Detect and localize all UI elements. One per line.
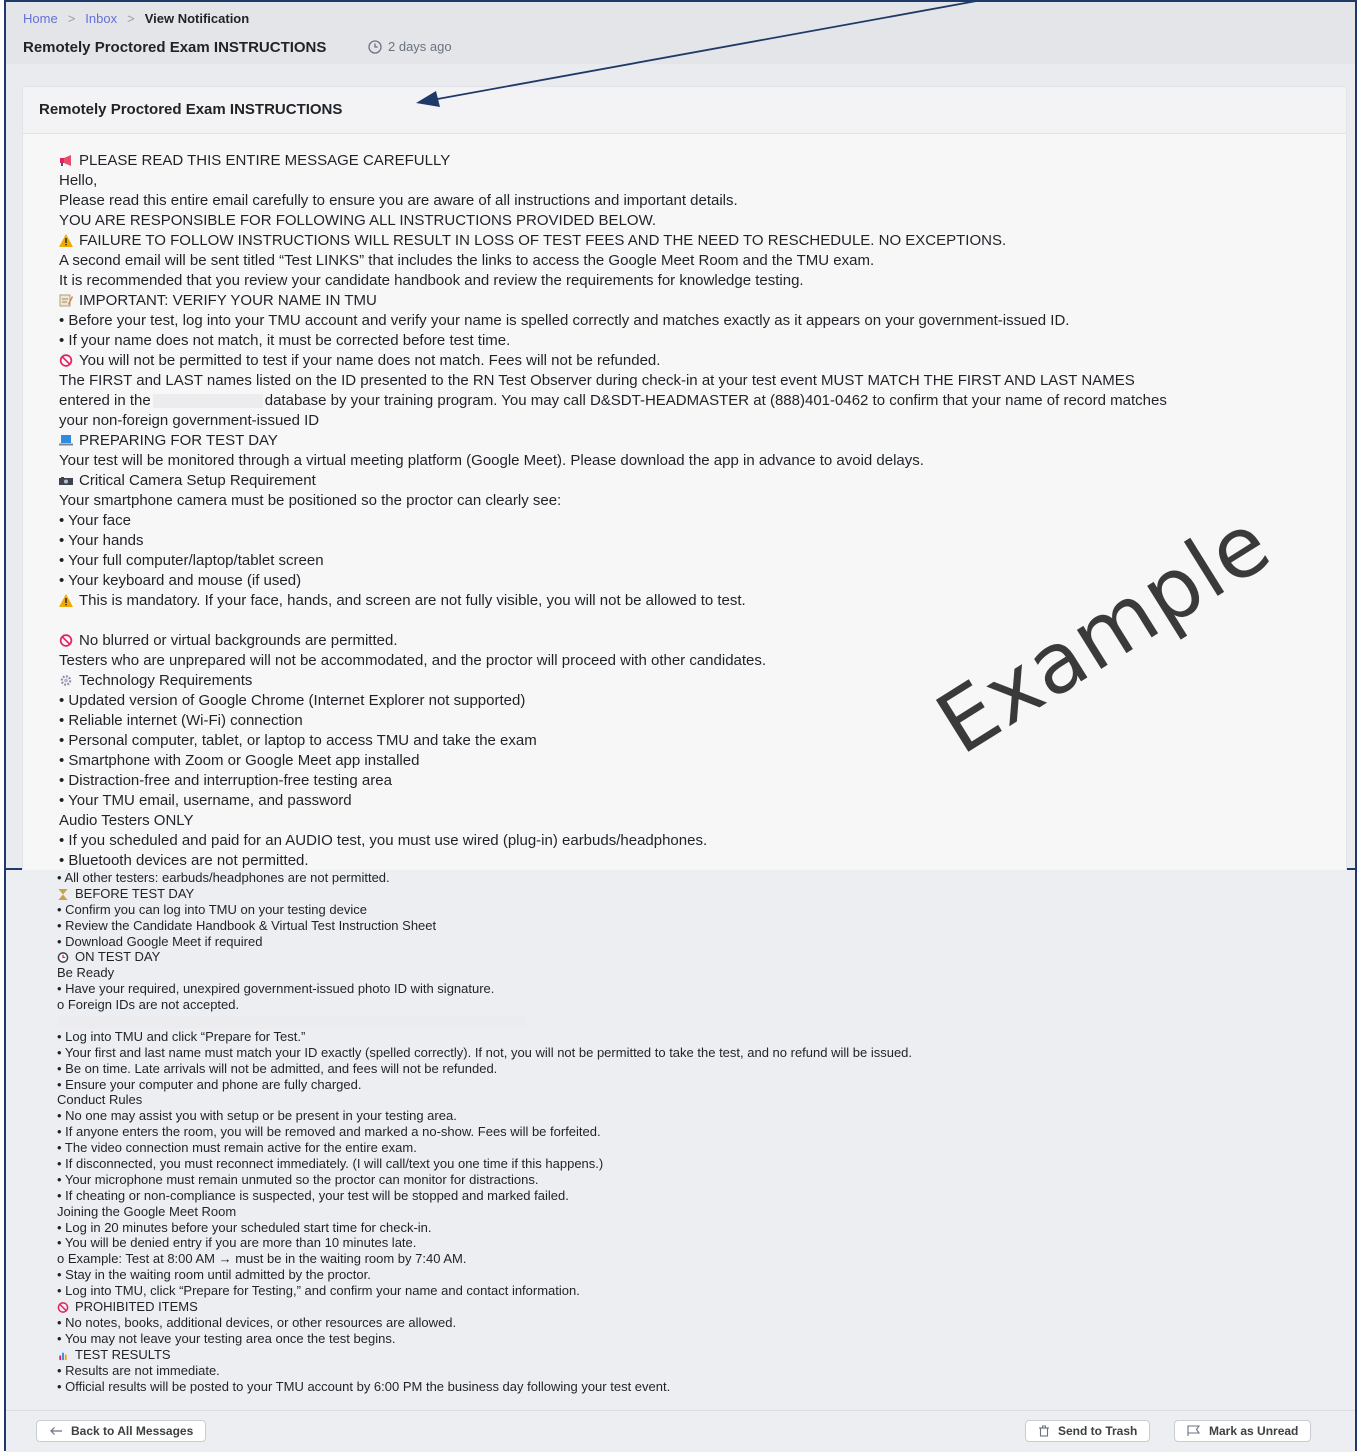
list-item: • No one may assist you with setup or be… xyxy=(57,1108,457,1124)
list-item: PROHIBITED ITEMS xyxy=(57,1299,912,1315)
mark-as-unread-button[interactable]: Mark as Unread xyxy=(1174,1420,1312,1442)
list-item: • If your name does not match, it must b… xyxy=(59,332,511,349)
list-item: BEFORE TEST DAY xyxy=(57,886,912,902)
list-item: • Distraction-free and interruption-free… xyxy=(59,772,392,789)
list-item: • Stay in the waiting room until admitte… xyxy=(57,1267,371,1283)
list-item: This is mandatory. If your face, hands, … xyxy=(59,591,1167,611)
list-item: FAILURE TO FOLLOW INSTRUCTIONS WILL RESU… xyxy=(59,231,1167,251)
list-item: The FIRST and LAST names listed on the I… xyxy=(59,372,1135,389)
list-item: • No notes, books, additional devices, o… xyxy=(57,1314,457,1330)
list-item: • Your first and last name must match yo… xyxy=(57,1044,913,1060)
list-item: • Your full computer/laptop/tablet scree… xyxy=(59,552,324,569)
flag-icon xyxy=(1187,1425,1201,1436)
list-item: • Before your test, log into your TMU ac… xyxy=(59,312,1070,329)
list-item: YOU ARE RESPONSIBLE FOR FOLLOWING ALL IN… xyxy=(59,212,657,229)
list-item: • Log into TMU and click “Prepare for Te… xyxy=(57,1028,306,1044)
message-body-lower: • All other testers: earbuds/headphones … xyxy=(57,870,912,1394)
redacted-line xyxy=(57,1013,912,1029)
redacted-text xyxy=(152,394,263,409)
list-item: • Be on time. Late arrivals will not be … xyxy=(57,1060,498,1076)
list-item: TEST RESULTS xyxy=(57,1347,912,1363)
list-item: • Review the Candidate Handbook & Virtua… xyxy=(57,917,437,933)
list-item: • Your keyboard and mouse (if used) xyxy=(59,572,302,589)
list-item: • Your hands xyxy=(59,532,144,549)
list-item: your non-foreign government-issued ID xyxy=(59,412,320,429)
list-item: Your smartphone camera must be positione… xyxy=(59,492,562,509)
list-item: • Log into TMU, click “Prepare for Testi… xyxy=(57,1283,580,1299)
hourglass-icon xyxy=(58,888,68,900)
bar-chart-icon xyxy=(57,1349,69,1361)
send-to-trash-label: Send to Trash xyxy=(1058,1424,1138,1438)
list-item: PREPARING FOR TEST DAY xyxy=(59,431,1167,451)
list-item: entered in the database by your training … xyxy=(59,392,1167,409)
list-item: • If anyone enters the room, you will be… xyxy=(57,1124,601,1140)
list-item: • All other testers: earbuds/headphones … xyxy=(57,870,390,885)
memo-icon xyxy=(59,294,73,307)
gear-icon xyxy=(60,675,72,686)
message-body-upper: PLEASE READ THIS ENTIRE MESSAGE CAREFULL… xyxy=(59,151,1167,871)
list-item: It is recommended that you review your c… xyxy=(59,272,804,289)
list-item: • Download Google Meet if required xyxy=(57,933,263,949)
clock-icon xyxy=(57,952,69,964)
list-item: PLEASE READ THIS ENTIRE MESSAGE CAREFULL… xyxy=(59,151,1167,171)
list-item: • Official results will be posted to you… xyxy=(57,1378,671,1394)
message-footer: Back to All Messages Send to Trash Mark … xyxy=(6,1410,1355,1452)
list-item: • Bluetooth devices are not permitted. xyxy=(59,852,309,869)
list-item: Please read this entire email carefully … xyxy=(59,192,738,209)
list-item: Your test will be monitored through a vi… xyxy=(59,452,924,469)
list-item: o Foreign IDs are not accepted. xyxy=(57,997,240,1013)
list-item: Critical Camera Setup Requirement xyxy=(59,471,1167,491)
list-item: • The video connection must remain activ… xyxy=(57,1140,417,1156)
list-item: • If cheating or non-compliance is suspe… xyxy=(57,1187,569,1203)
redacted-text xyxy=(57,1015,527,1028)
list-item: Be Ready xyxy=(57,965,115,981)
list-item: • Confirm you can log into TMU on your t… xyxy=(57,901,367,917)
back-to-messages-label: Back to All Messages xyxy=(71,1424,194,1438)
list-item: o Example: Test at 8:00 AM → must be in … xyxy=(57,1251,467,1267)
list-item: • Have your required, unexpired governme… xyxy=(57,981,495,997)
list-item: • Your TMU email, username, and password xyxy=(59,792,352,809)
list-item: • If you scheduled and paid for an AUDIO… xyxy=(59,832,708,849)
list-item: • If disconnected, you must reconnect im… xyxy=(57,1156,604,1172)
prohibited-icon xyxy=(59,634,73,647)
list-item: • Your face xyxy=(59,512,131,529)
list-item: • Log in 20 minutes before your schedule… xyxy=(57,1219,432,1235)
list-item: ON TEST DAY xyxy=(57,949,912,965)
list-item: A second email will be sent titled “Test… xyxy=(59,252,875,269)
list-item: Joining the Google Meet Room xyxy=(57,1203,237,1219)
trash-icon xyxy=(1039,1425,1049,1437)
megaphone-icon xyxy=(60,155,71,166)
list-item: • You will be denied entry if you are mo… xyxy=(57,1235,417,1251)
list-item: You will not be permitted to test if you… xyxy=(59,351,1167,371)
list-item: • Your microphone must remain unmuted so… xyxy=(57,1171,539,1187)
mark-as-unread-label: Mark as Unread xyxy=(1209,1424,1299,1438)
list-item: Conduct Rules xyxy=(57,1092,143,1108)
arrow-left-icon xyxy=(50,1427,62,1435)
laptop-icon xyxy=(59,435,73,446)
prohibited-icon xyxy=(59,354,73,367)
send-to-trash-button[interactable]: Send to Trash xyxy=(1025,1420,1151,1442)
list-item: • You may not leave your testing area on… xyxy=(57,1330,396,1346)
list-item: • Ensure your computer and phone are ful… xyxy=(57,1076,362,1092)
back-to-messages-button[interactable]: Back to All Messages xyxy=(36,1420,207,1442)
annotation-arrow xyxy=(416,0,983,107)
warning-icon xyxy=(59,594,73,607)
warning-icon xyxy=(59,234,73,247)
list-item: • Results are not immediate. xyxy=(57,1362,220,1378)
camera-icon xyxy=(59,477,73,485)
list-item: Hello, xyxy=(59,172,98,189)
list-item: Audio Testers ONLY xyxy=(59,812,194,829)
prohibited-icon xyxy=(57,1302,69,1313)
list-item: IMPORTANT: VERIFY YOUR NAME IN TMU xyxy=(59,291,1167,311)
